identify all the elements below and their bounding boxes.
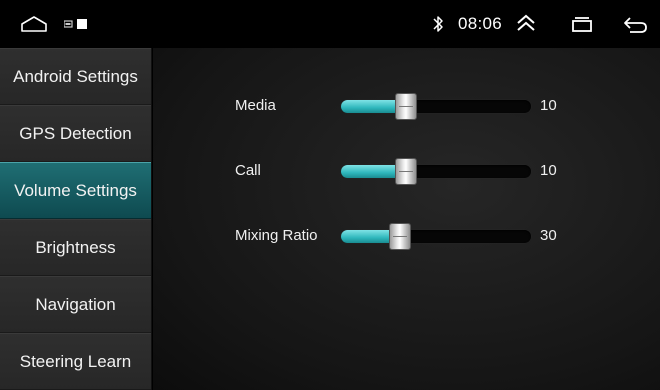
sidebar-item-label: Navigation <box>35 294 116 314</box>
call-volume-value: 10 <box>540 162 557 179</box>
sidebar-item-steering-learn[interactable]: Steering Learn <box>0 333 151 390</box>
sidebar-item-label: Brightness <box>35 237 116 257</box>
recent-apps-icon[interactable] <box>570 16 594 32</box>
sidebar-item-navigation[interactable]: Navigation <box>0 276 151 333</box>
mixing-ratio-value: 30 <box>540 227 557 244</box>
mixing-ratio-label: Mixing Ratio <box>235 227 318 244</box>
settings-sidebar: Android Settings GPS Detection Volume Se… <box>0 48 152 390</box>
slider-thumb[interactable] <box>389 223 411 250</box>
slider-thumb[interactable] <box>395 93 417 120</box>
mixing-ratio-slider[interactable] <box>341 223 531 250</box>
media-volume-row: Media 10 <box>153 91 660 121</box>
sidebar-item-volume-settings[interactable]: Volume Settings <box>0 162 151 219</box>
status-bar: 08:06 <box>0 0 660 48</box>
status-clock: 08:06 <box>458 14 503 33</box>
sidebar-item-label: Android Settings <box>13 66 138 86</box>
call-volume-label: Call <box>235 162 261 179</box>
media-volume-label: Media <box>235 97 276 114</box>
sidebar-item-label: Volume Settings <box>14 180 137 200</box>
sidebar-item-label: Steering Learn <box>19 351 132 371</box>
back-icon[interactable] <box>622 14 648 34</box>
sidebar-item-label: GPS Detection <box>19 123 132 143</box>
media-volume-value: 10 <box>540 97 557 114</box>
notification-icons <box>64 19 87 29</box>
call-volume-slider[interactable] <box>341 158 531 185</box>
volume-settings-panel: Media 10 Call 10 Mixing Ratio 30 <box>153 48 660 390</box>
sidebar-item-brightness[interactable]: Brightness <box>0 219 151 276</box>
sidebar-item-android-settings[interactable]: Android Settings <box>0 48 151 105</box>
expand-up-icon[interactable] <box>515 13 537 33</box>
call-volume-row: Call 10 <box>153 156 660 186</box>
mixing-ratio-row: Mixing Ratio 30 <box>153 221 660 251</box>
sidebar-item-gps-detection[interactable]: GPS Detection <box>0 105 151 162</box>
home-icon[interactable] <box>20 15 48 33</box>
media-volume-slider[interactable] <box>341 93 531 120</box>
slider-thumb[interactable] <box>395 158 417 185</box>
bluetooth-icon <box>433 16 443 32</box>
